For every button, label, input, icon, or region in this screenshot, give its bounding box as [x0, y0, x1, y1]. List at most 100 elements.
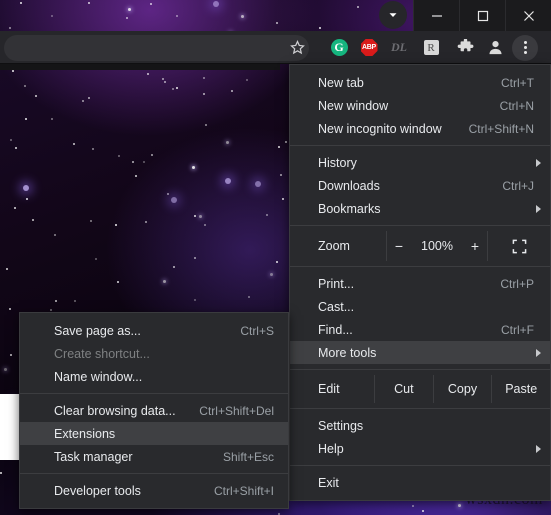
submenu-item-save-page-as[interactable]: Save page as... Ctrl+S: [20, 319, 288, 342]
menu-item-label: Name window...: [54, 369, 143, 384]
menu-item-cast[interactable]: Cast...: [290, 295, 550, 318]
chevron-right-icon: [536, 348, 541, 357]
menu-item-label: Cast...: [318, 299, 355, 314]
title-bar: [0, 0, 551, 31]
menu-item-downloads[interactable]: Downloads Ctrl+J: [290, 174, 550, 197]
menu-item-print[interactable]: Print... Ctrl+P: [290, 272, 550, 295]
submenu-item-clear-browsing-data[interactable]: Clear browsing data... Ctrl+Shift+Del: [20, 399, 288, 422]
zoom-row: Zoom − 100% +: [290, 231, 550, 261]
menu-item-shortcut: Shift+Esc: [222, 449, 274, 464]
dot: [523, 46, 527, 49]
menu-separator: [290, 266, 550, 267]
submenu-separator: [20, 393, 288, 394]
cut-button[interactable]: Cut: [374, 375, 433, 403]
menu-item-label: Print...: [318, 276, 355, 291]
copy-button[interactable]: Copy: [432, 375, 492, 403]
minimize-icon[interactable]: [413, 0, 459, 31]
omnibox-address-bar[interactable]: [4, 35, 309, 61]
menu-separator: [290, 408, 550, 409]
menu-item-shortcut: Ctrl+Shift+N: [468, 121, 534, 136]
menu-item-label: Downloads: [318, 178, 380, 193]
menu-item-label: Developer tools: [54, 483, 141, 498]
menu-group-print: Print... Ctrl+P Cast... Find... Ctrl+F More t…: [290, 272, 550, 364]
menu-item-new-tab[interactable]: New tab Ctrl+T: [290, 71, 550, 94]
submenu-item-extensions[interactable]: Extensions: [20, 422, 288, 445]
menu-item-label: Settings: [318, 418, 364, 433]
downloader-extension-icon[interactable]: DL: [385, 31, 413, 64]
menu-separator: [290, 369, 550, 370]
paste-button[interactable]: Paste: [491, 375, 550, 403]
menu-item-label: History: [318, 155, 357, 170]
window-controls: [413, 0, 551, 31]
menu-item-label: More tools: [318, 345, 377, 360]
submenu-item-name-window[interactable]: Name window...: [20, 365, 288, 388]
menu-item-exit[interactable]: Exit: [290, 471, 550, 494]
menu-item-shortcut: Ctrl+J: [502, 178, 534, 193]
menu-item-settings[interactable]: Settings: [290, 414, 550, 437]
page-content-white-area: [0, 394, 19, 460]
submenu-group-3: Developer tools Ctrl+Shift+I: [20, 479, 288, 502]
edit-label: Edit: [318, 382, 340, 396]
menu-item-bookmarks[interactable]: Bookmarks: [290, 197, 550, 220]
page-top-strip: [0, 64, 280, 70]
menu-group-exit: Exit: [290, 471, 550, 494]
close-icon[interactable]: [505, 0, 551, 31]
menu-group-settings: Settings Help: [290, 414, 550, 460]
menu-item-shortcut: Ctrl+P: [500, 276, 534, 291]
menu-item-label: Bookmarks: [318, 201, 381, 216]
menu-item-label: Create shortcut...: [54, 346, 150, 361]
menu-item-label: Exit: [318, 475, 339, 490]
fullscreen-icon[interactable]: [488, 231, 550, 261]
menu-item-shortcut: Ctrl+Shift+I: [213, 483, 274, 498]
menu-separator: [290, 465, 550, 466]
submenu-group-1: Save page as... Ctrl+S Create shortcut... N…: [20, 319, 288, 388]
dot: [523, 41, 527, 44]
edit-row: Edit Cut Copy Paste: [290, 375, 550, 403]
submenu-item-developer-tools[interactable]: Developer tools Ctrl+Shift+I: [20, 479, 288, 502]
menu-item-new-window[interactable]: New window Ctrl+N: [290, 94, 550, 117]
rakuten-extension-icon[interactable]: R: [417, 31, 445, 64]
tab-strip[interactable]: [0, 0, 360, 31]
browser-window: G ABP DL R New tab Ctrl+T New window Ctrl+N…: [0, 0, 551, 515]
submenu-group-2: Clear browsing data... Ctrl+Shift+Del Exte…: [20, 399, 288, 468]
chevron-right-icon: [536, 204, 541, 213]
chrome-three-dot-menu-icon[interactable]: [511, 31, 539, 64]
more-tools-submenu: Save page as... Ctrl+S Create shortcut... N…: [19, 312, 289, 509]
bookmark-star-icon[interactable]: [283, 31, 311, 64]
menu-item-label: New window: [318, 98, 389, 113]
tab-search-chevron-icon[interactable]: [379, 1, 407, 29]
menu-item-label: Help: [318, 441, 344, 456]
menu-item-history[interactable]: History: [290, 151, 550, 174]
submenu-separator: [20, 473, 288, 474]
menu-item-label: Save page as...: [54, 323, 141, 338]
abp-glyph: ABP: [360, 39, 378, 56]
menu-item-shortcut: Ctrl+Shift+Del: [199, 403, 274, 418]
menu-item-shortcut: Ctrl+F: [501, 322, 534, 337]
chrome-main-menu: New tab Ctrl+T New window Ctrl+N New incogni…: [289, 64, 551, 501]
dot: [523, 51, 527, 54]
menu-item-shortcut: Ctrl+S: [240, 323, 274, 338]
menu-item-label: Find...: [318, 322, 353, 337]
submenu-item-task-manager[interactable]: Task manager Shift+Esc: [20, 445, 288, 468]
grammarly-glyph: G: [330, 39, 348, 56]
menu-item-more-tools[interactable]: More tools: [290, 341, 550, 364]
submenu-item-create-shortcut: Create shortcut...: [20, 342, 288, 365]
grammarly-extension-icon[interactable]: G: [325, 31, 353, 64]
menu-item-label: New incognito window: [318, 121, 442, 136]
menu-item-help[interactable]: Help: [290, 437, 550, 460]
menu-item-label: Task manager: [54, 449, 133, 464]
r-glyph: R: [423, 40, 439, 55]
menu-item-new-incognito-window[interactable]: New incognito window Ctrl+Shift+N: [290, 117, 550, 140]
zoom-out-button[interactable]: −: [393, 238, 405, 254]
menu-group-navigation: History Downloads Ctrl+J Bookmarks: [290, 151, 550, 220]
zoom-in-button[interactable]: +: [469, 238, 481, 254]
menu-item-label: Clear browsing data...: [54, 403, 176, 418]
zoom-controls: − 100% +: [386, 231, 488, 261]
adblock-plus-extension-icon[interactable]: ABP: [355, 31, 383, 64]
profile-avatar-icon[interactable]: [481, 31, 509, 64]
maximize-icon[interactable]: [459, 0, 505, 31]
menu-item-find[interactable]: Find... Ctrl+F: [290, 318, 550, 341]
extensions-puzzle-icon[interactable]: [451, 31, 479, 64]
menu-separator: [290, 145, 550, 146]
menu-group-new: New tab Ctrl+T New window Ctrl+N New incogni…: [290, 71, 550, 140]
